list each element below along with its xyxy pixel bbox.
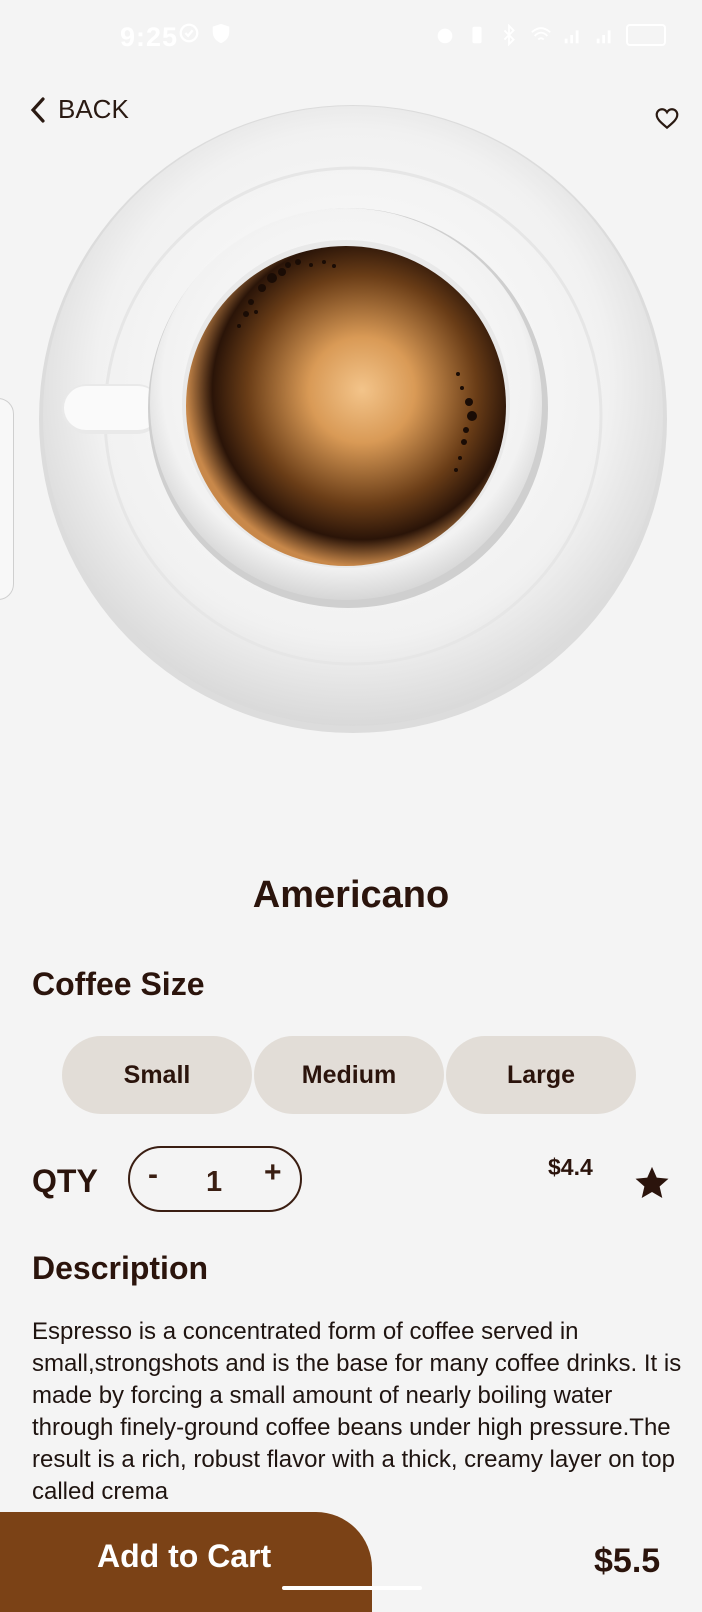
- size-options: Small Medium Large: [62, 1036, 636, 1114]
- qty-label: QTY: [32, 1163, 98, 1199]
- vibrate-icon: [472, 26, 482, 44]
- unit-price: $4.4: [548, 1154, 593, 1180]
- signal-icon: [564, 30, 579, 44]
- description-heading: Description: [32, 1250, 209, 1286]
- coffee-size-heading: Coffee Size: [32, 966, 205, 1002]
- coffee-cup-image: [39, 105, 667, 733]
- size-small-button[interactable]: Small: [62, 1036, 252, 1114]
- qty-value: 1: [206, 1166, 223, 1198]
- battery-icon: [626, 24, 666, 46]
- quantity-stepper: - 1 +: [128, 1146, 302, 1212]
- side-drawer-handle[interactable]: [0, 398, 14, 600]
- add-to-cart-label: Add to Cart: [97, 1538, 272, 1574]
- shield-icon: [212, 23, 230, 44]
- description-text: Espresso is a concentrated form of coffe…: [32, 1318, 682, 1505]
- status-time: 9:25: [120, 22, 179, 52]
- qty-increment-button[interactable]: +: [264, 1156, 282, 1190]
- star-icon[interactable]: [632, 1164, 672, 1202]
- status-left-icons: [178, 22, 232, 44]
- status-bar: 9:25: [0, 0, 702, 78]
- alarm-icon: [437, 28, 453, 44]
- size-large-button[interactable]: Large: [446, 1036, 636, 1114]
- status-right-icons: [434, 24, 666, 46]
- wifi-icon: [531, 27, 551, 41]
- product-title: Americano: [252, 874, 450, 916]
- home-indicator[interactable]: [282, 1586, 422, 1590]
- bluetooth-icon: [503, 24, 515, 46]
- total-price: $5.5: [594, 1542, 661, 1580]
- qty-decrement-button[interactable]: -: [148, 1158, 158, 1192]
- sync-icon: [179, 23, 199, 43]
- size-medium-button[interactable]: Medium: [254, 1036, 444, 1114]
- add-to-cart-button[interactable]: Add to Cart: [0, 1512, 372, 1612]
- signal-icon-2: [596, 30, 611, 44]
